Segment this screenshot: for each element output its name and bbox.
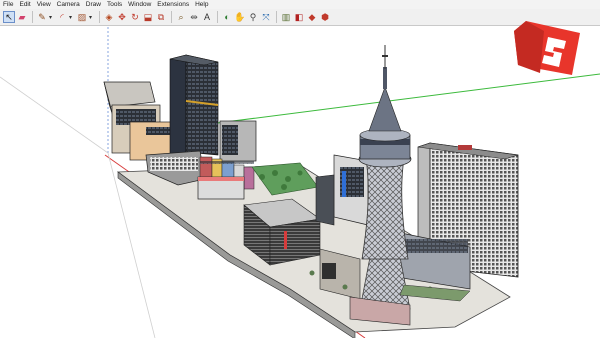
line-tool-icon[interactable]: ✎ [36, 11, 48, 23]
guide-line [0, 76, 109, 154]
menu-camera[interactable]: Camera [54, 0, 83, 9]
tan-building [103, 81, 156, 108]
move-tool-icon[interactable]: ✥ [116, 11, 128, 23]
select-tool-icon[interactable]: ↖ [3, 11, 15, 23]
menu-draw[interactable]: Draw [83, 0, 104, 9]
shapes-tool-icon[interactable]: ▨ [76, 11, 88, 23]
toolbar-separator [276, 11, 277, 23]
parking-garage-red-sign [284, 231, 287, 249]
scene-svg[interactable] [0, 27, 600, 338]
dimension-tool-icon[interactable]: ⇹ [188, 11, 200, 23]
toolbar-separator [32, 11, 33, 23]
menu-file[interactable]: File [0, 0, 16, 9]
components-tool-icon[interactable]: ◆ [306, 11, 318, 23]
toolbar-separator [171, 11, 172, 23]
section-plane-tool-icon[interactable]: ▥ [280, 11, 292, 23]
small-dark-building [315, 174, 335, 226]
zoom-extents-tool-icon[interactable]: ⤧ [260, 11, 272, 23]
menu-window[interactable]: Window [125, 0, 154, 9]
toolbar-separator [217, 11, 218, 23]
menu-edit[interactable]: Edit [16, 0, 33, 9]
push-pull-tool-icon[interactable]: ◈ [103, 11, 115, 23]
sketchup-logo [514, 21, 580, 75]
menu-tools[interactable]: Tools [104, 0, 125, 9]
text-tool-icon[interactable]: A [201, 11, 213, 23]
arc-tool-icon[interactable]: ◜ [56, 11, 68, 23]
dropdown-arrow-icon[interactable]: ▾ [69, 14, 74, 21]
menu-extensions[interactable]: Extensions [154, 0, 192, 9]
scale-tool-icon[interactable]: ⬓ [142, 11, 154, 23]
toolbar-separator [99, 11, 100, 23]
tape-measure-tool-icon[interactable]: ⌕ [175, 11, 187, 23]
eraser-tool-icon[interactable]: ▰ [16, 11, 28, 23]
menu-help[interactable]: Help [192, 0, 211, 9]
hotel-roof-red-detail [458, 145, 472, 150]
low-left-windows [150, 157, 198, 171]
main-toolbar: ↖ ▰ ✎ ▾ ◜ ▾ ▨ ▾ ◈ ✥ ↻ ⬓ ⧉ ⌕ ⇹ A ◐ ✋ ⚲ ⤧ ▥ ◧ ◆ ⬢ [0, 9, 600, 26]
rotate-tool-icon[interactable]: ↻ [129, 11, 141, 23]
dropdown-arrow-icon[interactable]: ▾ [89, 14, 94, 21]
warehouse-tool-icon[interactable]: ⬢ [319, 11, 331, 23]
dropdown-arrow-icon[interactable]: ▾ [49, 14, 54, 21]
offset-tool-icon[interactable]: ⧉ [155, 11, 167, 23]
menu-view[interactable]: View [34, 0, 54, 9]
pan-tool-icon[interactable]: ✋ [234, 11, 246, 23]
zoom-tool-icon[interactable]: ⚲ [247, 11, 259, 23]
plaza-dark-block [322, 263, 336, 279]
blue-glass-stripe [342, 171, 346, 197]
model-viewport[interactable] [0, 27, 600, 338]
dark-tower-side [169, 54, 187, 156]
podium-mall-windows [400, 239, 468, 253]
menu-bar: File Edit View Camera Draw Tools Window Extensi… [0, 0, 600, 9]
tan-building-lower-windows [146, 127, 170, 135]
pink-lowrise-accent [198, 177, 244, 181]
paint-bucket-tool-icon[interactable]: ◧ [293, 11, 305, 23]
orbit-tool-icon[interactable]: ◐ [221, 11, 233, 23]
gray-block-windows [222, 125, 238, 155]
